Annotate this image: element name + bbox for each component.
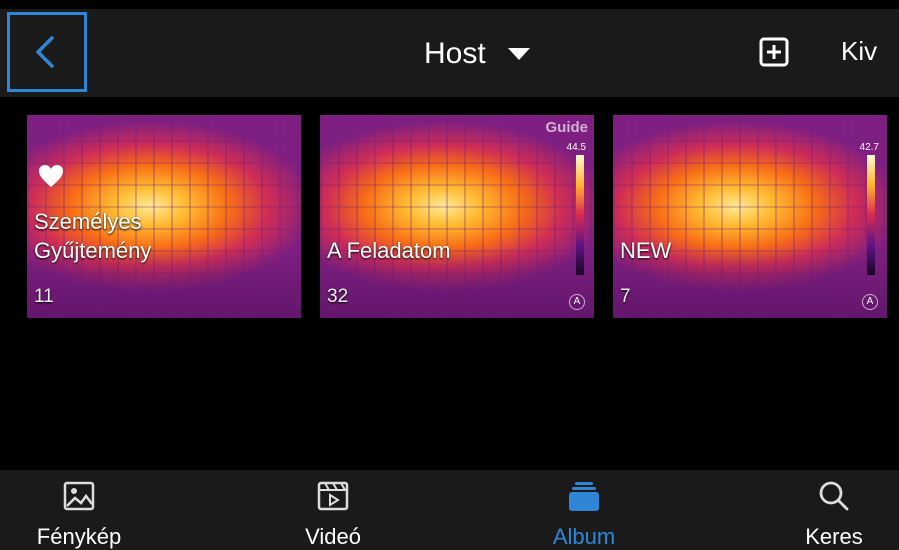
temperature-max: 44.5: [566, 142, 586, 153]
temperature-max: 42.7: [859, 142, 879, 153]
auto-icon: A: [569, 294, 585, 310]
album-card-new[interactable]: 42.7 NEW 7 A: [613, 115, 887, 318]
nav-label-photo: Fénykép: [36, 524, 122, 549]
nav-item-album[interactable]: Album: [509, 470, 659, 550]
nav-label-video: Videó: [305, 524, 361, 549]
heart-icon: [39, 165, 63, 187]
album-icon: [569, 482, 599, 511]
top-app-bar: Host Kiv: [0, 0, 899, 97]
chevron-left-icon: [36, 36, 54, 68]
page-title: Host: [424, 37, 486, 70]
album-name: NEW: [620, 238, 672, 263]
album-grid: Személyes Gyűjtemény 11 Guide 44.5 A Fel…: [0, 97, 899, 470]
album-card-personal[interactable]: Személyes Gyűjtemény 11: [27, 115, 301, 318]
album-count: 7: [620, 286, 631, 307]
nav-label-search: Keres: [805, 524, 863, 549]
album-name: A Feladatom: [327, 238, 451, 263]
guide-logo: Guide: [545, 119, 588, 136]
nav-item-photo[interactable]: Fénykép: [4, 470, 154, 550]
image-icon: [63, 481, 95, 511]
album-count: 11: [34, 286, 54, 307]
temperature-scale: [576, 155, 584, 275]
album-name: Személyes Gyűjtemény: [34, 209, 152, 263]
select-button[interactable]: Kiv: [841, 36, 877, 67]
nav-item-video[interactable]: Videó: [258, 470, 408, 550]
status-strip: [0, 0, 899, 9]
auto-icon: A: [862, 294, 878, 310]
caret-down-icon: [507, 48, 530, 60]
search-icon: [819, 481, 849, 511]
back-button[interactable]: [7, 12, 87, 92]
bottom-navigation: Fénykép Videó Album Keres: [0, 470, 899, 550]
album-filter-dropdown[interactable]: Host: [424, 34, 530, 74]
video-icon: [317, 481, 349, 511]
album-count: 32: [327, 286, 349, 307]
add-album-icon[interactable]: [758, 36, 790, 68]
nav-label-album: Album: [552, 524, 616, 549]
album-card-my-task[interactable]: Guide 44.5 A Feladatom 32 A: [320, 115, 594, 318]
temperature-scale: [867, 155, 875, 275]
nav-item-search[interactable]: Keres: [759, 470, 899, 550]
